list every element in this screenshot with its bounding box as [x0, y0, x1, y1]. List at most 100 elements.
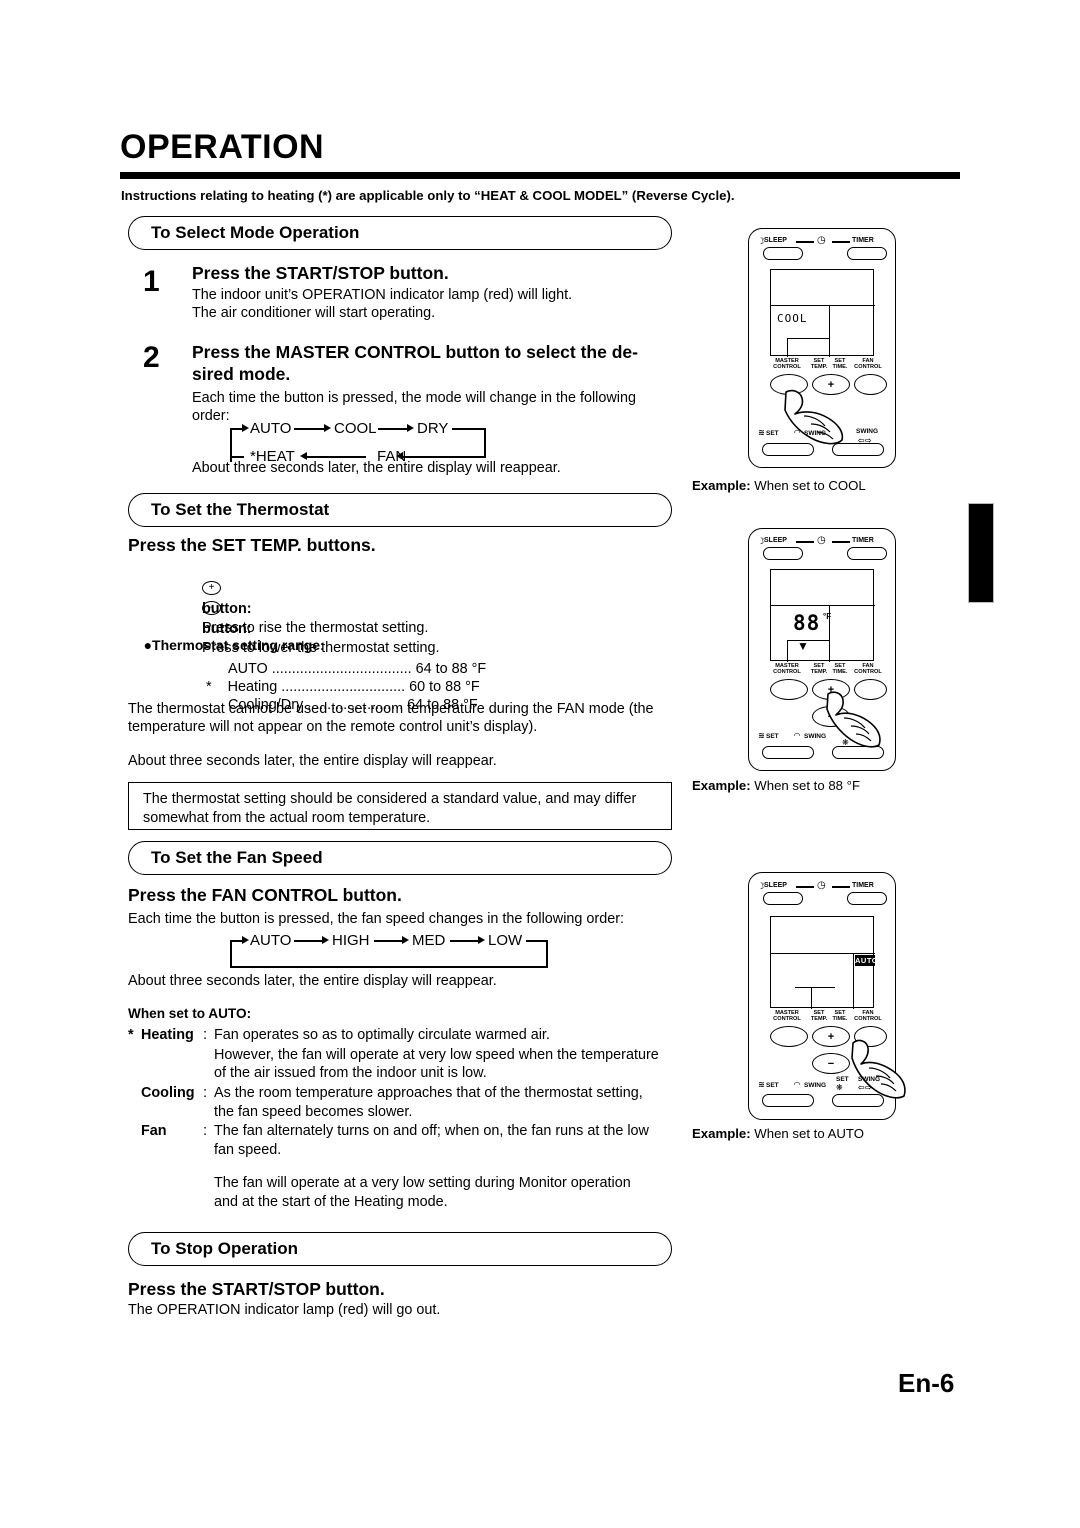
- lcd-temperature-unit: °F: [823, 612, 832, 621]
- caption-text: When set to COOL: [750, 478, 866, 493]
- step-2-intro-line2: order:: [192, 408, 230, 424]
- vertical-louver-icon: ≋: [758, 731, 765, 740]
- section-bar-thermostat: To Set the Thermostat: [128, 493, 672, 527]
- fan-row-fan-colon: :: [203, 1123, 207, 1139]
- fan-row-cooling-label: Cooling: [141, 1085, 195, 1101]
- fan-cycle-label-med: MED: [412, 932, 446, 949]
- caption-cool: Example: When set to COOL: [692, 478, 866, 493]
- fan-row-fan-line1: The fan alternately turns on and off; wh…: [214, 1123, 649, 1139]
- intro-note: Instructions relating to heating (*) are…: [121, 188, 735, 203]
- minus-icon: -: [202, 601, 221, 615]
- set-swing-button-right[interactable]: [832, 1094, 884, 1107]
- title-rule: [120, 172, 960, 179]
- sleep-button[interactable]: [763, 247, 803, 260]
- caption-label: Example:: [692, 1126, 751, 1141]
- set-temp-minus-button[interactable]: −: [812, 1053, 850, 1074]
- stop-text: The OPERATION indicator lamp (red) will …: [128, 1302, 441, 1318]
- swing-label-left: SWING: [804, 1082, 827, 1089]
- moon-icon: ☽: [757, 881, 766, 891]
- timer-button[interactable]: [847, 547, 887, 560]
- sleep-button[interactable]: [763, 547, 803, 560]
- swing-arc-icon: ◠: [794, 428, 801, 437]
- swing-arc-icon: ◠: [794, 1080, 801, 1089]
- mode-cycle-label-auto: AUTO: [250, 420, 292, 437]
- step-1-heading: Press the START/STOP button.: [192, 263, 449, 283]
- lcd-fan-speed-value: AUTO: [855, 955, 879, 966]
- step-1-line1: The indoor unit’s OPERATION indicator la…: [192, 287, 573, 303]
- thermostat-outro: About three seconds later, the entire di…: [128, 753, 497, 769]
- set-time-label: SET TIME.: [832, 663, 848, 676]
- timer-button[interactable]: [847, 892, 887, 905]
- fan-row-heating-line2: However, the fan will operate at very lo…: [214, 1047, 659, 1063]
- clock-icon: ◷: [817, 235, 826, 246]
- page-title: OPERATION: [120, 128, 325, 166]
- set-swing-button-left[interactable]: [762, 1094, 814, 1107]
- vertical-louver-icon: ≋: [758, 428, 765, 437]
- fan-tail-line2: and at the start of the Heating mode.: [214, 1194, 448, 1210]
- step-2-heading-line1: Press the MASTER CONTROL button to selec…: [192, 342, 638, 362]
- timer-label: TIMER: [852, 537, 874, 544]
- swing-arc-icon: ◠: [794, 731, 801, 740]
- fan-cycle-label-auto: AUTO: [250, 932, 292, 949]
- hand-pointer-icon: [826, 691, 881, 748]
- swing-button-right[interactable]: [832, 443, 884, 456]
- set-time-label: SET TIME.: [832, 358, 848, 371]
- mode-cycle-label-dry: DRY: [417, 420, 449, 437]
- when-auto-title: When set to AUTO:: [128, 1006, 252, 1021]
- swing-label-right: SWING: [856, 428, 879, 435]
- fan-control-label: FAN CONTROL: [854, 663, 882, 676]
- edge-tab-marker: [968, 503, 994, 603]
- caption-label: Example:: [692, 778, 751, 793]
- master-control-label: MASTER CONTROL: [773, 1010, 801, 1023]
- clock-icon: ◷: [817, 535, 826, 546]
- thermostat-para-line1: The thermostat cannot be used to set roo…: [128, 701, 654, 717]
- timer-label: TIMER: [852, 237, 874, 244]
- section-bar-select-mode: To Select Mode Operation: [128, 216, 672, 250]
- fan-cycle-label-high: HIGH: [332, 932, 370, 949]
- fan-tail-line1: The fan will operate at a very low setti…: [214, 1175, 631, 1191]
- remote-illustration-fan-auto: SLEEP TIMER ☽ ◷ AUTO MASTER CONTROL SET …: [748, 872, 906, 1120]
- set-label-left: SET: [766, 733, 779, 740]
- fan-row-fan-label: Fan: [141, 1123, 167, 1139]
- master-control-label: MASTER CONTROL: [773, 358, 801, 371]
- fan-speed-heading: Press the FAN CONTROL button.: [128, 885, 402, 905]
- lcd-display: AUTO: [770, 916, 879, 1009]
- swing-button-right[interactable]: [832, 746, 884, 759]
- section-bar-stop-operation: To Stop Operation: [128, 1232, 672, 1266]
- mode-cycle-label-cool: COOL: [334, 420, 377, 437]
- set-temp-plus-button[interactable]: +: [812, 1026, 850, 1047]
- fan-row-cooling-line1: As the room temperature approaches that …: [214, 1085, 643, 1101]
- hand-pointer-icon: [784, 389, 844, 445]
- section-bar-label: To Set the Thermostat: [151, 500, 330, 519]
- note-line1: The thermostat setting should be conside…: [143, 791, 637, 807]
- page-number: En-6: [898, 1368, 955, 1398]
- fan-icon: ❋: [836, 1083, 843, 1092]
- step-2-heading-line2: sired mode.: [192, 364, 291, 384]
- set-temp-label: SET TEMP.: [810, 663, 828, 676]
- sleep-label: SLEEP: [764, 237, 787, 244]
- fan-row-cooling-line2: the fan speed becomes slower.: [214, 1104, 413, 1120]
- sleep-button[interactable]: [763, 892, 803, 905]
- caption-text: When set to 88 °F: [750, 778, 860, 793]
- thermostat-heading: Press the SET TEMP. buttons.: [128, 535, 376, 555]
- set-swing-button-left[interactable]: [762, 443, 814, 456]
- fan-row-heating-line1: Fan operates so as to optimally circulat…: [214, 1027, 550, 1043]
- sleep-label: SLEEP: [764, 537, 787, 544]
- timer-button[interactable]: [847, 247, 887, 260]
- set-swing-button-left[interactable]: [762, 746, 814, 759]
- master-control-label: MASTER CONTROL: [773, 663, 801, 676]
- fan-row-heating-line3: of the air issued from the indoor unit i…: [214, 1065, 487, 1081]
- master-control-button[interactable]: [770, 679, 808, 700]
- thermostat-note-box: The thermostat setting should be conside…: [128, 782, 672, 830]
- caption-text: When set to AUTO: [750, 1126, 865, 1141]
- swing-arrows-icon: ⇦⇨: [858, 1083, 872, 1092]
- fan-speed-intro: Each time the button is pressed, the fan…: [128, 911, 624, 927]
- caption-temp: Example: When set to 88 °F: [692, 778, 860, 793]
- bullet-icon: ●: [143, 637, 153, 653]
- swing-label-left: SWING: [804, 430, 827, 437]
- section-bar-label: To Set the Fan Speed: [151, 848, 323, 867]
- master-control-button[interactable]: [770, 1026, 808, 1047]
- fan-row-heating-star: *: [128, 1027, 134, 1043]
- set-label-left: SET: [766, 1082, 779, 1089]
- clock-icon: ◷: [817, 880, 826, 891]
